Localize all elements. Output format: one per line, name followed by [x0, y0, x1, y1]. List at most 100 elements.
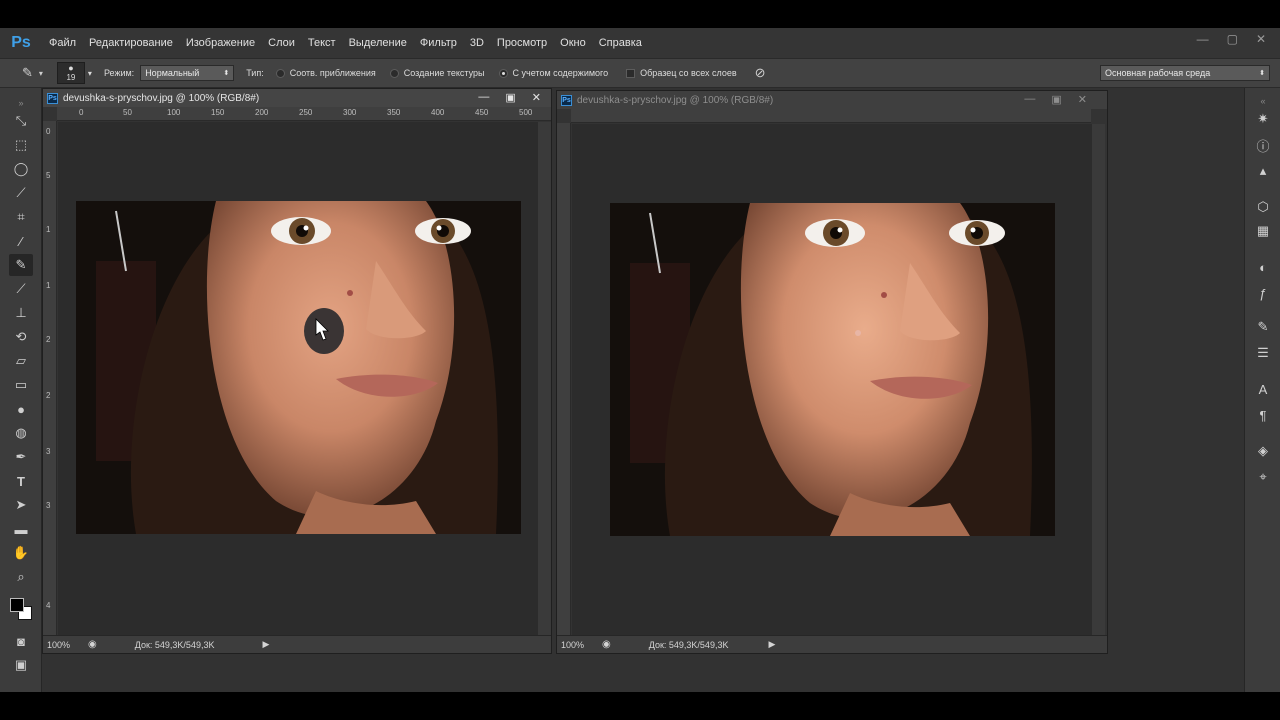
- mode-select[interactable]: Нормальный ⬍: [140, 65, 235, 81]
- document-tab-left[interactable]: Ps devushka-s-pryschov.jpg @ 100% (RGB/8…: [43, 89, 551, 107]
- menu-help[interactable]: Справка: [599, 37, 642, 49]
- path-select-icon[interactable]: ➤: [9, 494, 33, 516]
- spot-healing-tool-preset-icon[interactable]: ✎: [22, 65, 33, 81]
- history-brush-icon[interactable]: ⟲: [9, 326, 33, 348]
- brush-preset-icon[interactable]: ✎: [1251, 316, 1275, 338]
- menu-filter[interactable]: Фильтр: [420, 37, 457, 49]
- status-info-icon[interactable]: ◉: [602, 639, 611, 650]
- photo-after[interactable]: [610, 203, 1055, 536]
- horizontal-ruler[interactable]: 0 50 100 150 200 250 300 350 400 450 500: [57, 107, 551, 121]
- foreground-color-swatch[interactable]: [10, 598, 24, 612]
- menu-3d[interactable]: 3D: [470, 37, 484, 49]
- blur-icon[interactable]: ●: [9, 398, 33, 420]
- sample-all-layers-checkbox[interactable]: Образец со всех слоев: [626, 68, 737, 78]
- menu-view[interactable]: Просмотр: [497, 37, 547, 49]
- photo-before[interactable]: [76, 201, 521, 534]
- canvas-area-left[interactable]: [58, 122, 538, 635]
- clone-stamp-icon[interactable]: ⊥: [9, 302, 33, 324]
- properties-icon[interactable]: ☰: [1251, 342, 1275, 364]
- layers-icon[interactable]: ◈: [1251, 440, 1275, 462]
- document-title: devushka-s-pryschov.jpg @ 100% (RGB/8#): [577, 94, 774, 106]
- histogram-icon[interactable]: ▴: [1251, 160, 1275, 182]
- maximize-button[interactable]: ▢: [1227, 32, 1238, 46]
- tools-panel: » ⤡ ⬚ ◯ ⟋ ⌗ ⁄ ✎ ⟋ ⊥ ⟲ ▱ ▭ ● ◍ ✒ T ➤ ▬ ✋ …: [0, 88, 42, 692]
- type-create-texture-radio[interactable]: Создание текстуры: [389, 68, 485, 78]
- foreground-background-colors[interactable]: [8, 596, 36, 624]
- menu-file[interactable]: Файл: [49, 37, 76, 49]
- ruler-tick: 150: [211, 108, 225, 117]
- doc-close-button[interactable]: ✕: [1078, 93, 1087, 106]
- photoshop-logo: Ps: [11, 34, 31, 51]
- menu-layers[interactable]: Слои: [268, 37, 295, 49]
- screen-mode-icon[interactable]: ▣: [9, 654, 33, 676]
- type-proximity-match-radio[interactable]: Соотв. приближения: [275, 68, 376, 78]
- eraser-icon[interactable]: ▱: [9, 350, 33, 372]
- doc-maximize-button[interactable]: ▣: [1051, 93, 1061, 106]
- pressure-brush-icon[interactable]: ⊘: [755, 65, 766, 81]
- zoom-icon[interactable]: ⌕: [9, 566, 33, 588]
- info-icon[interactable]: ⓘ: [1251, 134, 1275, 156]
- brush-icon[interactable]: ⟋: [9, 278, 33, 300]
- doc-minimize-button[interactable]: —: [1024, 93, 1035, 106]
- lasso-icon[interactable]: ◯: [9, 158, 33, 180]
- quick-mask-icon[interactable]: ◙: [9, 630, 33, 652]
- spot-healing-brush-icon[interactable]: ✎: [9, 254, 33, 276]
- zoom-level[interactable]: 100%: [47, 640, 70, 650]
- horizontal-ruler[interactable]: [571, 109, 1091, 123]
- menu-image[interactable]: Изображение: [186, 37, 255, 49]
- gradient-icon[interactable]: ▭: [9, 374, 33, 396]
- menu-select[interactable]: Выделение: [349, 37, 407, 49]
- eyedropper-icon[interactable]: ⁄: [9, 230, 33, 252]
- vertical-ruler[interactable]: 0 5 1 1 2 2 3 3 4: [43, 121, 57, 635]
- status-info-icon[interactable]: ◉: [88, 639, 97, 650]
- type-icon[interactable]: T: [9, 470, 33, 492]
- document-tab-right[interactable]: Ps devushka-s-pryschov.jpg @ 100% (RGB/8…: [557, 91, 1107, 109]
- pen-icon[interactable]: ✒: [9, 446, 33, 468]
- document-window-right: Ps devushka-s-pryschov.jpg @ 100% (RGB/8…: [556, 90, 1108, 654]
- doc-minimize-button[interactable]: —: [478, 91, 489, 104]
- paragraph-icon[interactable]: ¶: [1251, 404, 1275, 426]
- dodge-icon[interactable]: ◍: [9, 422, 33, 444]
- rectangle-icon[interactable]: ▬: [9, 518, 33, 540]
- grid-icon[interactable]: ▦: [1251, 220, 1275, 242]
- sample-all-layers-label: Образец со всех слоев: [640, 68, 737, 78]
- radio-selected-icon: [498, 68, 508, 78]
- move-icon[interactable]: ⤡: [9, 110, 33, 132]
- vertical-ruler[interactable]: [557, 123, 571, 635]
- color-icon[interactable]: ◐: [1251, 256, 1275, 278]
- adjustments-icon[interactable]: ✷: [1251, 108, 1275, 130]
- zoom-level[interactable]: 100%: [561, 640, 584, 650]
- hand-icon[interactable]: ✋: [9, 542, 33, 564]
- ruler-tick: 4: [46, 601, 51, 610]
- quick-select-icon[interactable]: ⟋: [9, 182, 33, 204]
- close-button[interactable]: ✕: [1256, 32, 1266, 46]
- character-icon[interactable]: A: [1251, 378, 1275, 400]
- 3d-icon[interactable]: ⬡: [1251, 196, 1275, 218]
- menu-window[interactable]: Окно: [560, 37, 586, 49]
- status-menu-arrow-icon[interactable]: ▶: [262, 639, 269, 650]
- doc-maximize-button[interactable]: ▣: [505, 91, 515, 104]
- crop-icon[interactable]: ⌗: [9, 206, 33, 228]
- chevron-down-icon[interactable]: ▾: [39, 69, 43, 78]
- brush-size-picker[interactable]: ● 19: [56, 62, 85, 84]
- workspace-select[interactable]: Основная рабочая среда ⬍: [1100, 65, 1270, 81]
- status-menu-arrow-icon[interactable]: ▶: [768, 639, 775, 650]
- vertical-scrollbar[interactable]: [1092, 124, 1105, 635]
- ruler-tick: 250: [299, 108, 313, 117]
- ruler-tick: 0: [46, 127, 51, 136]
- status-bar-left: 100% ◉ Док: 549,3K/549,3K ▶: [43, 635, 551, 653]
- minimize-button[interactable]: —: [1197, 32, 1209, 46]
- vertical-scrollbar[interactable]: [538, 122, 551, 635]
- menu-edit[interactable]: Редактирование: [89, 37, 173, 49]
- type-content-aware-radio[interactable]: С учетом содержимого: [498, 68, 609, 78]
- paths-icon[interactable]: ⌖: [1251, 466, 1275, 488]
- doc-close-button[interactable]: ✕: [532, 91, 541, 104]
- menu-type[interactable]: Текст: [308, 37, 336, 49]
- fx-icon[interactable]: ƒ: [1251, 282, 1275, 304]
- ruler-tick: 500: [519, 108, 533, 117]
- chevron-down-icon[interactable]: ▾: [88, 69, 92, 78]
- marquee-icon[interactable]: ⬚: [9, 134, 33, 156]
- type-content-aware-label: С учетом содержимого: [512, 68, 609, 78]
- type-proximity-match-label: Соотв. приближения: [289, 68, 376, 78]
- canvas-area-right[interactable]: [572, 124, 1092, 635]
